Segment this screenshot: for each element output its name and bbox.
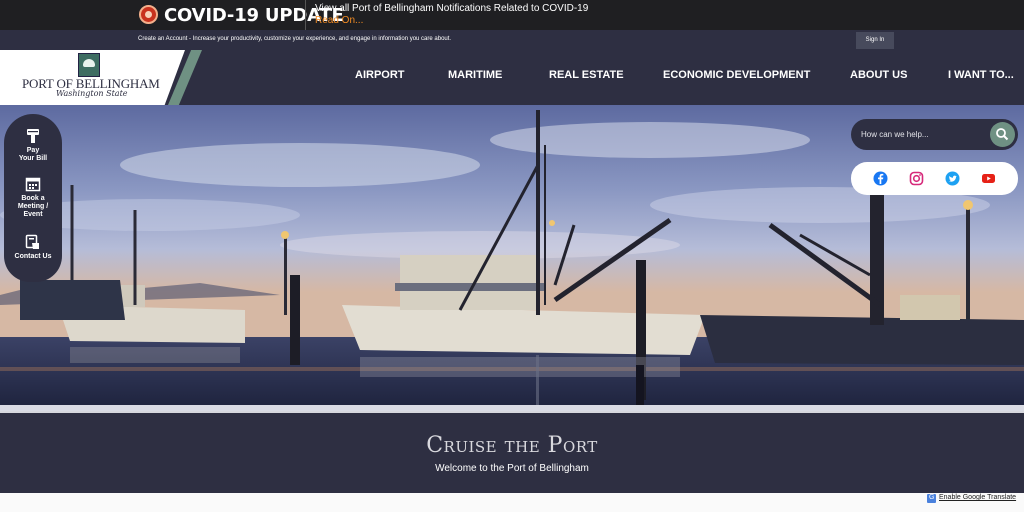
site-search	[851, 119, 1018, 150]
account-promo: Create an Account - Increase your produc…	[138, 36, 451, 42]
pay-bill-line1: Pay	[26, 147, 40, 154]
contact-us-link[interactable]: Contact Us	[4, 234, 62, 261]
youtube-icon[interactable]	[981, 171, 996, 186]
footer-strip	[0, 493, 1024, 512]
port-logo-mark	[78, 53, 100, 77]
search-icon	[996, 128, 1009, 141]
alert-icon	[139, 5, 158, 24]
logo[interactable]: PORT OF BELLINGHAM Washington State	[0, 50, 185, 105]
contact-icon	[25, 234, 39, 249]
book-meeting-line2: Meeting /	[17, 203, 49, 210]
nav-item-maritime[interactable]: MARITIME	[448, 69, 502, 81]
book-meeting-line3: Event	[23, 211, 43, 218]
banner-subtitle: Welcome to the Port of Bellingham	[435, 463, 589, 474]
nav-item-airport[interactable]: AIRPORT	[355, 69, 405, 81]
account-description: - Increase your productivity, customize …	[187, 36, 452, 42]
social-links	[851, 162, 1018, 195]
hero-image	[0, 105, 1024, 411]
logo-tagline: Washington State	[56, 89, 128, 98]
google-translate-icon	[927, 494, 936, 503]
nav-item-real-estate[interactable]: REAL ESTATE	[549, 69, 624, 81]
book-meeting-line1: Book a	[21, 195, 45, 202]
translate-label: Enable Google Translate	[939, 494, 1017, 501]
twitter-icon[interactable]	[945, 171, 960, 186]
instagram-icon[interactable]	[909, 171, 924, 186]
harbor-scene	[0, 105, 1024, 411]
covid-alert-bar: COVID-19 UPDATE View all Port of Belling…	[0, 0, 1024, 30]
nav-item-economic-development[interactable]: ECONOMIC DEVELOPMENT	[663, 69, 810, 81]
calendar-icon	[25, 177, 41, 192]
welcome-banner: Cruise the Port Welcome to the Port of B…	[0, 411, 1024, 493]
alert-divider	[305, 0, 306, 30]
sign-in-button[interactable]: Sign In	[856, 32, 894, 49]
banner-title: Cruise the Port	[426, 433, 598, 458]
pay-bill-icon	[27, 129, 39, 143]
book-meeting-link[interactable]: Book a Meeting / Event	[4, 176, 62, 219]
nav-item-i-want-to[interactable]: I WANT TO...	[948, 69, 1014, 81]
google-translate-link[interactable]: Enable Google Translate	[927, 494, 1016, 504]
search-input[interactable]	[861, 128, 981, 141]
pay-bill-link[interactable]: Pay Your Bill	[4, 128, 62, 163]
main-nav-bar: PORT OF BELLINGHAM Washington State AIRP…	[0, 50, 1024, 105]
read-on-link[interactable]: Read On...	[315, 15, 363, 26]
create-account-link[interactable]: Create an Account	[138, 36, 187, 42]
nav-item-about-us[interactable]: ABOUT US	[850, 69, 907, 81]
quick-links-panel: Pay Your Bill Book a Meeting / Event Con…	[4, 114, 62, 282]
search-button[interactable]	[990, 122, 1015, 147]
contact-us-label: Contact Us	[14, 253, 52, 260]
account-bar: Create an Account - Increase your produc…	[0, 30, 1024, 50]
pay-bill-line2: Your Bill	[18, 155, 48, 162]
facebook-icon[interactable]	[873, 171, 888, 186]
alert-message[interactable]: View all Port of Bellingham Notification…	[315, 3, 588, 14]
